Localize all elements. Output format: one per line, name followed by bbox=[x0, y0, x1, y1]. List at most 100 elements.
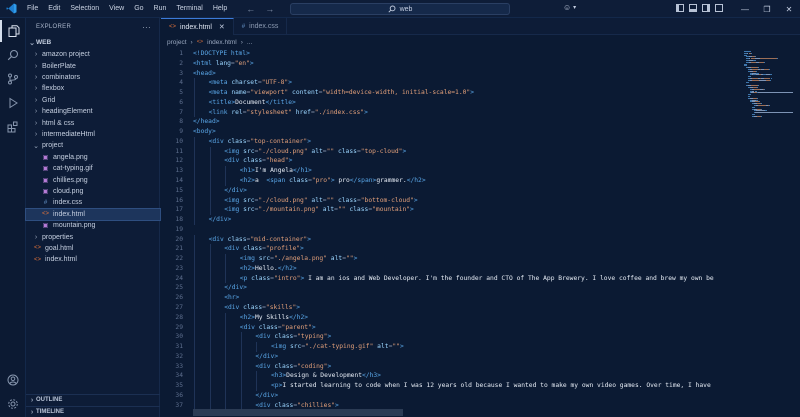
customize-layout-icon[interactable] bbox=[715, 4, 723, 12]
tree-folder[interactable]: › headingElement bbox=[26, 106, 160, 117]
code-line[interactable]: <p class="intro"> I am an ios and Web De… bbox=[240, 274, 714, 284]
code-line[interactable]: <div class="profile"> bbox=[224, 244, 304, 254]
code-token: class bbox=[243, 157, 263, 165]
code-line[interactable]: <h2>Hello.</h2> bbox=[240, 264, 297, 274]
tree-folder[interactable]: › intermediateHtml bbox=[26, 129, 160, 140]
tree-folder[interactable]: › amazon project bbox=[26, 49, 160, 60]
code-line[interactable]: <div class="parent"> bbox=[240, 323, 316, 333]
search-icon[interactable] bbox=[0, 44, 26, 66]
menu-item-run[interactable]: Run bbox=[149, 0, 172, 18]
menu-item-go[interactable]: Go bbox=[129, 0, 148, 18]
menu-item-view[interactable]: View bbox=[104, 0, 129, 18]
breadcrumb-item[interactable]: project bbox=[167, 39, 187, 46]
tree-file[interactable]: ▣ angela.png bbox=[26, 152, 160, 163]
back-arrow-icon[interactable]: ← bbox=[246, 4, 255, 14]
code-line[interactable]: <link rel="stylesheet" href="./index.css… bbox=[209, 108, 368, 118]
tree-file[interactable]: <> index.html bbox=[25, 207, 161, 222]
code-line[interactable]: <title>Document</title> bbox=[209, 98, 296, 108]
code-line[interactable]: <html lang="en"> bbox=[193, 59, 254, 69]
tree-folder[interactable]: › html & css bbox=[26, 117, 160, 128]
toggle-panel-icon[interactable] bbox=[689, 4, 697, 12]
outline-section[interactable]: › OUTLINE bbox=[26, 394, 160, 405]
tree-file[interactable]: ▣ cat-typing.gif bbox=[26, 163, 160, 174]
code-line[interactable]: <head> bbox=[193, 69, 216, 79]
code-line[interactable]: </div> bbox=[255, 391, 278, 401]
code-line[interactable]: <h3>Design & Development</h3> bbox=[271, 371, 381, 381]
minimap-stroke bbox=[752, 79, 760, 81]
code-line[interactable]: <h2>My Skills</h2> bbox=[240, 313, 308, 323]
menu-item-edit[interactable]: Edit bbox=[43, 0, 65, 18]
tree-folder[interactable]: › properties bbox=[26, 231, 160, 242]
code-token: class bbox=[274, 401, 294, 409]
toggle-secondary-sidebar-icon[interactable] bbox=[702, 4, 710, 12]
settings-gear-icon[interactable] bbox=[0, 393, 26, 415]
code-line[interactable]: </head> bbox=[193, 117, 220, 127]
tree-folder[interactable]: › combinators bbox=[26, 72, 160, 83]
horizontal-scrollbar[interactable] bbox=[193, 409, 403, 416]
more-actions-icon[interactable]: ··· bbox=[142, 23, 151, 32]
code-line[interactable]: </div> bbox=[224, 186, 247, 196]
indent-guide bbox=[209, 195, 211, 206]
source-control-icon[interactable] bbox=[0, 68, 26, 90]
workspace-root[interactable]: ⌄ WEB bbox=[26, 37, 160, 48]
close-button[interactable]: ✕ bbox=[778, 0, 800, 18]
code-line[interactable]: <img src="./angela.png" alt=""> bbox=[240, 254, 358, 264]
breadcrumb-item[interactable]: ... bbox=[247, 39, 252, 46]
tree-folder[interactable]: ⌄ project bbox=[26, 140, 160, 151]
menu-item-terminal[interactable]: Terminal bbox=[171, 0, 207, 18]
breadcrumb-item[interactable]: index.html bbox=[207, 39, 237, 46]
code-line[interactable]: </div> bbox=[224, 283, 247, 293]
code-line[interactable]: <p>I started learning to code when I was… bbox=[271, 381, 711, 391]
code-token: <title> bbox=[208, 98, 236, 106]
code-line[interactable]: </div> bbox=[255, 352, 278, 362]
code-token: <img bbox=[224, 147, 244, 155]
timeline-section[interactable]: › TIMELINE bbox=[26, 406, 160, 417]
code-line[interactable]: <img src="./cat-typing.gif" alt=""> bbox=[271, 342, 404, 352]
tree-file[interactable]: # index.css bbox=[26, 197, 160, 208]
tab-index-html[interactable]: <> index.html ✕ bbox=[161, 18, 234, 35]
tree-file[interactable]: <> goal.html bbox=[26, 243, 160, 254]
code-line[interactable]: <h1>I'm Angela</h1> bbox=[240, 166, 312, 176]
tree-folder[interactable]: › BoilerPlate bbox=[26, 60, 160, 71]
tree-folder[interactable]: › Grid bbox=[26, 95, 160, 106]
tree-file[interactable]: ▣ chillies.png bbox=[26, 174, 160, 185]
code-line[interactable]: <img src="./mountain.png" alt="" class="… bbox=[224, 205, 414, 215]
code-line[interactable]: <div class="typing"> bbox=[255, 332, 331, 342]
code-line[interactable]: <body> bbox=[193, 127, 216, 137]
command-center-search[interactable]: web bbox=[290, 3, 510, 15]
tab-index-css[interactable]: # index.css bbox=[234, 18, 288, 35]
tree-folder[interactable]: › flexbox bbox=[26, 83, 160, 94]
code-line[interactable]: <hr> bbox=[224, 293, 239, 303]
extensions-icon[interactable] bbox=[0, 116, 26, 138]
menu-item-help[interactable]: Help bbox=[208, 0, 232, 18]
tree-file[interactable]: ▣ mountain.png bbox=[26, 220, 160, 231]
code-line[interactable]: <div class="skills"> bbox=[224, 303, 300, 313]
minimize-button[interactable]: — bbox=[734, 0, 756, 18]
restore-button[interactable]: ❐ bbox=[756, 0, 778, 18]
minimap[interactable] bbox=[741, 49, 800, 119]
code-line[interactable]: <img src="./cloud.png" alt="" class="bot… bbox=[224, 196, 417, 206]
explorer-icon[interactable] bbox=[0, 20, 26, 42]
close-icon[interactable]: ✕ bbox=[219, 23, 225, 31]
toggle-primary-sidebar-icon[interactable] bbox=[676, 4, 684, 12]
code-line[interactable]: <meta name="viewport" content="width=dev… bbox=[209, 88, 474, 98]
code-line[interactable]: <div class="head"> bbox=[224, 156, 292, 166]
code-line[interactable]: <meta charset="UTF-8"> bbox=[209, 78, 292, 88]
code-line[interactable]: <div class="mid-container"> bbox=[209, 235, 311, 245]
copilot-button[interactable]: ☺ ▾ bbox=[563, 3, 576, 12]
account-icon[interactable] bbox=[0, 369, 26, 391]
code-line[interactable]: <img src="./cloud.png" alt="" class="top… bbox=[224, 147, 406, 157]
code-line[interactable]: <div class="coding"> bbox=[255, 362, 331, 372]
tree-file[interactable]: ▣ cloud.png bbox=[26, 186, 160, 197]
tree-file[interactable]: <> index.html bbox=[26, 254, 160, 265]
menu-item-file[interactable]: File bbox=[22, 0, 43, 18]
code-line[interactable]: <div class="top-container"> bbox=[209, 137, 311, 147]
forward-arrow-icon[interactable]: → bbox=[265, 4, 274, 14]
copilot-icon: ☺ bbox=[563, 3, 572, 12]
run-debug-icon[interactable] bbox=[0, 92, 26, 114]
code-editor[interactable]: <!DOCTYPE html> <html lang="en"> <head> <me… bbox=[193, 49, 741, 411]
menu-item-selection[interactable]: Selection bbox=[65, 0, 104, 18]
code-line[interactable]: <h2>a <span class="pro"> pro</span>gramm… bbox=[240, 176, 426, 186]
code-line[interactable]: </div> bbox=[209, 215, 232, 225]
code-line[interactable]: <!DOCTYPE html> bbox=[193, 49, 250, 59]
